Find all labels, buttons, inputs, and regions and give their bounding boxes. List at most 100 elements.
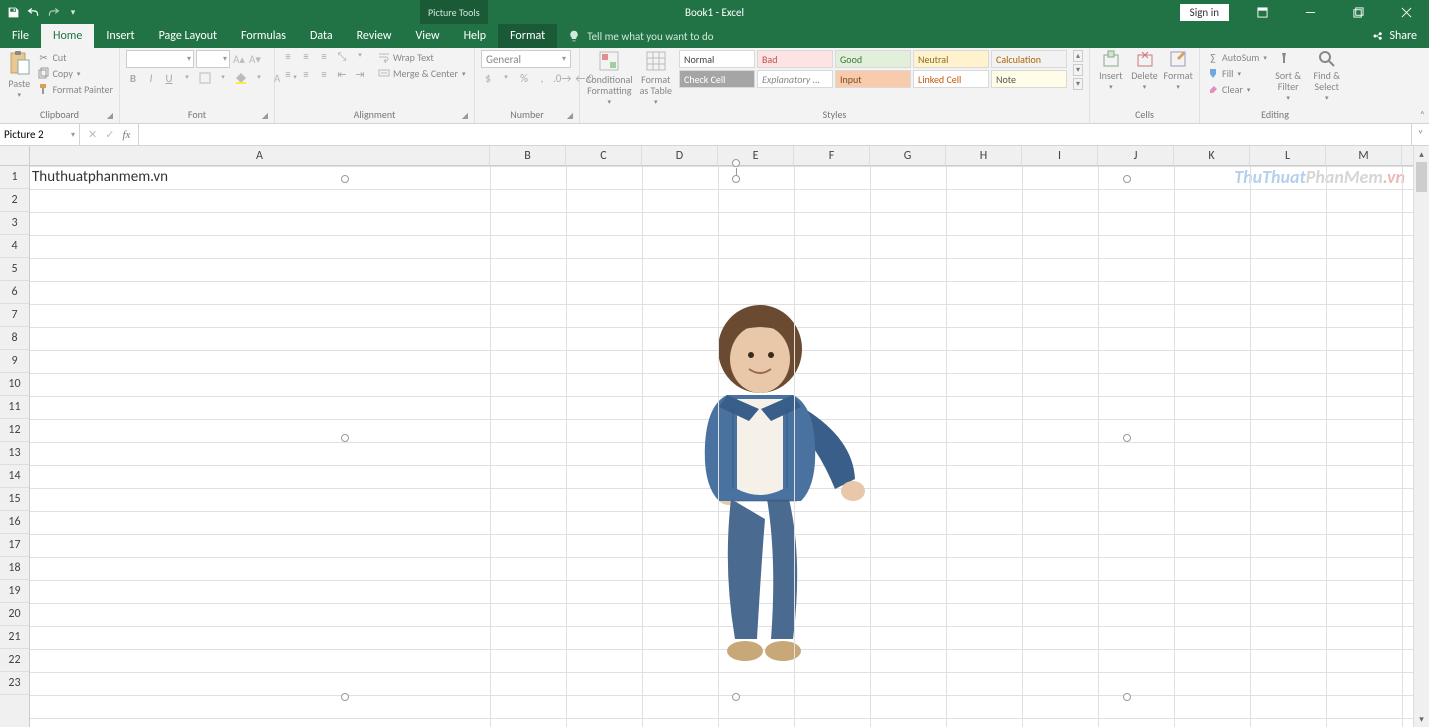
cancel-edit-icon[interactable]: ✕	[88, 128, 97, 141]
scroll-up-icon[interactable]: ▴	[1414, 146, 1429, 162]
style-calculation[interactable]: Calculation	[991, 50, 1067, 68]
formula-input[interactable]	[138, 124, 1411, 145]
tab-page-layout[interactable]: Page Layout	[147, 24, 229, 48]
fill-color-button[interactable]	[234, 72, 248, 87]
delete-cells-button[interactable]: Delete▾	[1130, 50, 1160, 91]
redo-icon[interactable]	[46, 5, 60, 19]
resize-handle-bl[interactable]	[341, 693, 349, 701]
minimize-icon[interactable]	[1287, 0, 1333, 24]
align-bottom-icon[interactable]: ≡	[317, 50, 331, 64]
align-middle-icon[interactable]: ≡	[299, 50, 313, 64]
increase-font-icon[interactable]: A▴	[232, 52, 246, 66]
column-header-I[interactable]: I	[1022, 146, 1098, 165]
comma-format-icon[interactable]: ,	[535, 72, 549, 85]
row-header-8[interactable]: 8	[0, 327, 29, 350]
style-note[interactable]: Note	[991, 70, 1067, 88]
resize-handle-tm[interactable]	[732, 175, 740, 183]
row-header-10[interactable]: 10	[0, 373, 29, 396]
row-header-11[interactable]: 11	[0, 396, 29, 419]
clear-button[interactable]: Clear▾	[1206, 82, 1267, 96]
row-header-15[interactable]: 15	[0, 488, 29, 511]
format-painter-button[interactable]: Format Painter	[37, 82, 113, 96]
find-select-button[interactable]: Find & Select▾	[1309, 50, 1344, 102]
increase-decimal-icon[interactable]: .0→	[553, 72, 571, 85]
style-bad[interactable]: Bad	[757, 50, 833, 68]
copy-button[interactable]: Copy▾	[37, 66, 113, 80]
style-check-cell[interactable]: Check Cell	[679, 70, 755, 88]
save-icon[interactable]	[6, 5, 20, 19]
column-header-C[interactable]: C	[566, 146, 642, 165]
percent-format-icon[interactable]: %	[517, 72, 531, 85]
merge-center-button[interactable]: Merge & Center▾	[377, 66, 466, 80]
autosum-button[interactable]: ∑AutoSum▾	[1206, 50, 1267, 64]
format-as-table-button[interactable]: Format as Table▾	[637, 50, 675, 106]
row-header-12[interactable]: 12	[0, 419, 29, 442]
format-cells-button[interactable]: Format▾	[1163, 50, 1193, 91]
style-input[interactable]: Input	[835, 70, 911, 88]
style-linked-cell[interactable]: Linked Cell	[913, 70, 989, 88]
styles-scroll-up-icon[interactable]: ▴	[1073, 50, 1083, 62]
font-size-combo[interactable]: ▾	[196, 50, 230, 68]
wrap-text-button[interactable]: Wrap Text	[377, 50, 466, 64]
number-launcher-icon[interactable]: ◢	[567, 111, 573, 121]
resize-handle-tl[interactable]	[341, 175, 349, 183]
font-launcher-icon[interactable]: ◢	[262, 111, 268, 121]
share-button[interactable]: Share	[1359, 24, 1429, 48]
align-top-icon[interactable]: ≡	[281, 50, 295, 64]
column-header-K[interactable]: K	[1174, 146, 1250, 165]
name-box-dropdown-icon[interactable]: ▾	[71, 130, 75, 140]
align-right-icon[interactable]: ≡	[317, 68, 331, 81]
tab-home[interactable]: Home	[41, 24, 94, 48]
tab-view[interactable]: View	[404, 24, 452, 48]
style-neutral[interactable]: Neutral	[913, 50, 989, 68]
row-header-6[interactable]: 6	[0, 281, 29, 304]
tab-file[interactable]: File	[0, 24, 41, 48]
insert-cells-button[interactable]: Insert▾	[1096, 50, 1126, 91]
select-all-cells[interactable]	[0, 146, 30, 166]
fill-button[interactable]: Fill▾	[1206, 66, 1267, 80]
cut-button[interactable]: ✂Cut	[37, 50, 113, 64]
italic-button[interactable]: I	[144, 72, 158, 87]
row-header-21[interactable]: 21	[0, 626, 29, 649]
column-header-L[interactable]: L	[1250, 146, 1326, 165]
resize-handle-ml[interactable]	[341, 434, 349, 442]
tab-format[interactable]: Format	[498, 24, 557, 48]
cells-grid[interactable]: Thuthuatphanmem.vn	[30, 166, 1413, 727]
resize-handle-tr[interactable]	[1123, 175, 1131, 183]
row-header-17[interactable]: 17	[0, 534, 29, 557]
row-header-14[interactable]: 14	[0, 465, 29, 488]
rotate-handle[interactable]	[732, 159, 740, 167]
fx-icon[interactable]: fx	[122, 129, 130, 141]
scroll-down-icon[interactable]: ▾	[1414, 711, 1429, 727]
paste-button[interactable]: Paste ▾	[6, 50, 33, 99]
align-left-icon[interactable]: ≡	[281, 68, 295, 81]
align-center-icon[interactable]: ≡	[299, 68, 313, 81]
row-header-18[interactable]: 18	[0, 557, 29, 580]
font-family-combo[interactable]: ▾	[126, 50, 194, 68]
sort-filter-button[interactable]: Sort & Filter▾	[1271, 50, 1306, 102]
increase-indent-icon[interactable]: ⇥	[353, 68, 367, 81]
border-button[interactable]	[198, 72, 212, 87]
scroll-thumb[interactable]	[1416, 162, 1427, 192]
conditional-formatting-button[interactable]: Conditional Formatting▾	[586, 50, 633, 106]
column-header-M[interactable]: M	[1326, 146, 1402, 165]
resize-handle-mr[interactable]	[1123, 434, 1131, 442]
bold-button[interactable]: B	[126, 72, 140, 87]
qat-customize-icon[interactable]: ▾	[66, 5, 80, 19]
column-header-B[interactable]: B	[490, 146, 566, 165]
column-header-J[interactable]: J	[1098, 146, 1174, 165]
accounting-format-icon[interactable]: $	[481, 72, 495, 85]
undo-icon[interactable]	[26, 5, 40, 19]
row-header-7[interactable]: 7	[0, 304, 29, 327]
tell-me-search[interactable]: Tell me what you want to do	[557, 24, 723, 48]
style-normal[interactable]: Normal	[679, 50, 755, 68]
maximize-icon[interactable]	[1335, 0, 1381, 24]
tab-help[interactable]: Help	[452, 24, 499, 48]
clipboard-launcher-icon[interactable]: ◢	[107, 111, 113, 121]
cell-a1[interactable]: Thuthuatphanmem.vn	[32, 168, 168, 186]
style-explanatory[interactable]: Explanatory ...	[757, 70, 833, 88]
style-good[interactable]: Good	[835, 50, 911, 68]
row-header-19[interactable]: 19	[0, 580, 29, 603]
row-header-23[interactable]: 23	[0, 672, 29, 695]
ribbon-display-options-icon[interactable]	[1239, 0, 1285, 24]
